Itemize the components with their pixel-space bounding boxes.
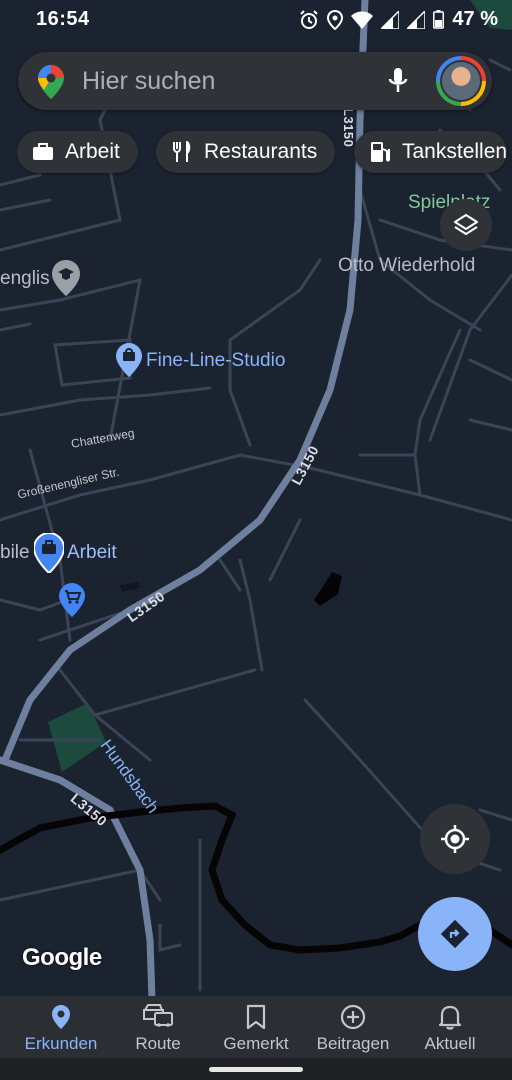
nav-label-aktuell: Aktuell <box>424 1034 476 1053</box>
nav-explore[interactable]: Erkunden <box>11 996 111 1058</box>
my-location-icon <box>441 825 469 853</box>
chip-label: Tankstellen <box>402 140 508 163</box>
chip-restaurants[interactable]: Restaurants <box>156 131 336 173</box>
my-location-button[interactable] <box>420 804 490 874</box>
directions-button[interactable] <box>418 897 492 971</box>
bottom-navigation: Erkunden Route Gemerkt Beitragen Aktuell <box>0 996 512 1058</box>
briefcase-icon <box>33 143 53 160</box>
nav-label-beitragen: Beitragen <box>316 1034 390 1053</box>
car-icon <box>143 1004 173 1027</box>
bookmark-icon <box>246 1004 266 1030</box>
signal-icon <box>407 10 426 29</box>
shop-pin-icon[interactable] <box>116 343 142 377</box>
layers-icon <box>454 214 478 235</box>
chip-tankstellen[interactable]: Tankstellen <box>354 131 508 173</box>
chip-arbeit[interactable]: Arbeit <box>17 131 138 173</box>
battery-icon <box>433 10 445 29</box>
gas-station-icon <box>371 142 390 162</box>
wifi-icon <box>351 11 374 29</box>
road-label-l3150: L3150 <box>341 108 356 148</box>
avatar[interactable] <box>436 56 486 106</box>
school-pin-icon[interactable] <box>52 260 80 296</box>
nav-contribute[interactable]: Beitragen <box>303 996 403 1058</box>
layers-button[interactable] <box>440 199 492 251</box>
microphone-icon[interactable] <box>387 67 409 95</box>
signal-icon <box>381 10 400 29</box>
nav-updates[interactable]: Aktuell <box>400 996 500 1058</box>
search-input[interactable]: Hier suchen <box>82 67 215 96</box>
status-icons: 47 % <box>299 8 498 31</box>
alarm-icon <box>300 9 319 29</box>
nav-route[interactable]: Route <box>108 996 208 1058</box>
nav-label-gemerkt: Gemerkt <box>223 1034 289 1053</box>
google-logo: Google <box>22 944 102 971</box>
map-label-englis[interactable]: englis <box>0 268 50 290</box>
work-pin-icon[interactable] <box>34 533 64 573</box>
nav-saved[interactable]: Gemerkt <box>206 996 306 1058</box>
shopping-cart-pin-icon[interactable] <box>59 583 85 617</box>
google-maps-pin-icon <box>38 65 64 99</box>
nav-label-route: Route <box>135 1034 181 1053</box>
map-label-fine-line-studio[interactable]: Fine-Line-Studio <box>146 350 285 372</box>
map-label-arbeit[interactable]: Arbeit <box>67 542 117 564</box>
status-bar: 16:54 47 % <box>0 0 512 40</box>
add-circle-icon <box>340 1004 366 1030</box>
search-bar[interactable]: Hier suchen <box>18 52 492 110</box>
location-icon <box>327 9 344 30</box>
chip-label: Arbeit <box>65 140 120 163</box>
map-label-bile[interactable]: bile <box>0 542 30 564</box>
fork-knife-icon <box>173 141 191 162</box>
directions-icon <box>440 919 470 949</box>
bell-icon <box>438 1005 462 1030</box>
gesture-handle[interactable] <box>209 1067 303 1072</box>
chip-label: Restaurants <box>204 140 318 163</box>
battery-percent: 47 % <box>452 8 498 30</box>
avatar-photo <box>442 62 480 100</box>
map-label-otto-wiederhold[interactable]: Otto Wiederhold <box>338 255 475 277</box>
status-time: 16:54 <box>36 8 90 30</box>
explore-pin-icon <box>52 1005 70 1029</box>
nav-label-erkunden: Erkunden <box>24 1034 98 1053</box>
